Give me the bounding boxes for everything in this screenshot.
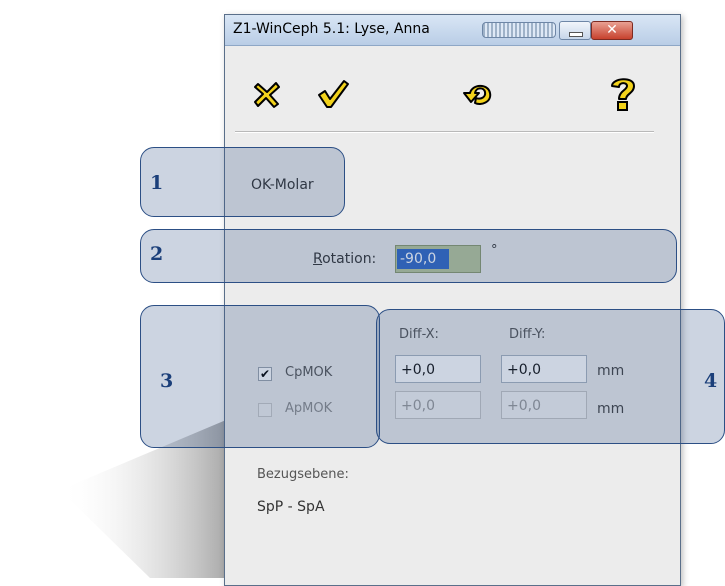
toolbar-separator [235, 131, 654, 133]
dialog-window: Z1-WinCeph 5.1: Lyse, Anna ✕ OK-Molar Ro… [224, 14, 681, 586]
minimize-button[interactable] [559, 21, 591, 40]
minimize-icon [569, 32, 583, 37]
callout-number-2: 2 [150, 243, 164, 265]
reference-value: SpP - SpA [257, 499, 325, 515]
confirm-check-icon [318, 80, 349, 108]
help-button[interactable] [603, 73, 643, 115]
cancel-x-icon [254, 82, 280, 108]
callout-number-4: 4 [704, 370, 718, 392]
help-icon [611, 78, 635, 111]
undo-button[interactable] [457, 73, 501, 115]
callout-4 [376, 309, 725, 444]
reference-label: Bezugsebene: [257, 467, 349, 482]
callout-number-3: 3 [160, 370, 174, 392]
undo-icon [463, 84, 492, 105]
callout-1 [140, 147, 345, 217]
title-bar[interactable]: Z1-WinCeph 5.1: Lyse, Anna ✕ [225, 15, 680, 46]
callout-3 [140, 305, 380, 448]
keyboard-icon[interactable] [482, 22, 556, 38]
callout-number-1: 1 [150, 172, 164, 194]
close-button[interactable]: ✕ [591, 21, 633, 40]
callout-2 [140, 229, 677, 283]
window-title: Z1-WinCeph 5.1: Lyse, Anna [233, 21, 430, 37]
cancel-button[interactable] [247, 73, 287, 115]
confirm-button[interactable] [313, 73, 353, 115]
